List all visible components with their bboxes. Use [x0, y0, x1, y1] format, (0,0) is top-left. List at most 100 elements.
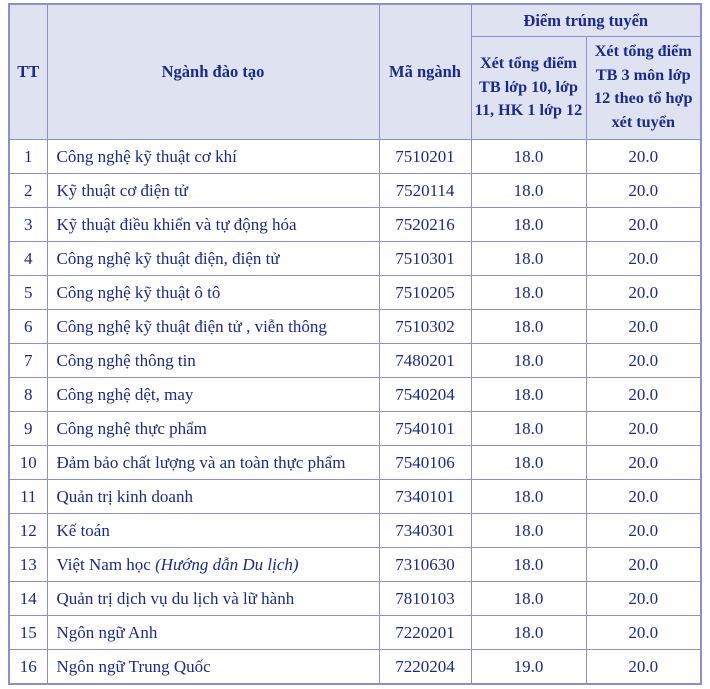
table-row: 10 Đảm bảo chất lượng và an toàn thực ph…	[8, 445, 702, 481]
table-body: 1 Công nghệ kỹ thuật cơ khí 7510201 18.0…	[8, 139, 702, 685]
table-row: 3 Kỹ thuật điều khiển và tự động hóa 752…	[8, 207, 702, 243]
cell-major-name: Công nghệ thực phẩm	[46, 411, 380, 447]
table-row: 6 Công nghệ kỹ thuật điện tử , viễn thôn…	[8, 309, 702, 345]
cell-major-name: Công nghệ kỹ thuật cơ khí	[46, 139, 380, 175]
cell-major-code: 7520114	[378, 173, 472, 209]
table-row: 15 Ngôn ngữ Anh 7220201 18.0 20.0	[8, 615, 702, 651]
cell-tt: 11	[8, 479, 48, 515]
column-header-admission-score-group: Điểm trúng tuyển	[470, 3, 702, 38]
cell-score-average-grades: 18.0	[470, 275, 587, 311]
cell-score-three-subjects: 20.0	[585, 445, 702, 481]
cell-score-average-grades: 18.0	[470, 309, 587, 345]
cell-score-three-subjects: 20.0	[585, 377, 702, 413]
cell-major-name: Công nghệ kỹ thuật điện tử , viễn thông	[46, 309, 380, 345]
cell-major-code: 7340101	[378, 479, 472, 515]
table-row: 14 Quản trị dịch vụ du lịch và lữ hành 7…	[8, 581, 702, 617]
cell-major-name: Quản trị kinh doanh	[46, 479, 380, 515]
cell-tt: 6	[8, 309, 48, 345]
cell-major-name: Đảm bảo chất lượng và an toàn thực phẩm	[46, 445, 380, 481]
cell-score-average-grades: 18.0	[470, 241, 587, 277]
cell-score-three-subjects: 20.0	[585, 207, 702, 243]
cell-score-three-subjects: 20.0	[585, 547, 702, 583]
cell-score-average-grades: 18.0	[470, 479, 587, 515]
cell-score-average-grades: 18.0	[470, 445, 587, 481]
column-header-tt: TT	[8, 3, 48, 141]
cell-score-average-grades: 18.0	[470, 615, 587, 651]
cell-score-three-subjects: 20.0	[585, 309, 702, 345]
cell-major-name: Công nghệ kỹ thuật ô tô	[46, 275, 380, 311]
cell-score-three-subjects: 20.0	[585, 513, 702, 549]
table-row: 12 Kế toán 7340301 18.0 20.0	[8, 513, 702, 549]
major-name-text: Công nghệ thông tin	[56, 350, 196, 370]
cell-score-average-grades: 18.0	[470, 377, 587, 413]
cell-score-three-subjects: 20.0	[585, 649, 702, 685]
major-name-text: Công nghệ kỹ thuật ô tô	[56, 282, 221, 302]
cell-major-name: Công nghệ thông tin	[46, 343, 380, 379]
major-name-text: Kỹ thuật cơ điện tử	[56, 180, 189, 200]
cell-score-three-subjects: 20.0	[585, 615, 702, 651]
cell-score-three-subjects: 20.0	[585, 479, 702, 515]
major-name-text: Công nghệ kỹ thuật điện tử , viễn thông	[56, 316, 327, 336]
table-row: 11 Quản trị kinh doanh 7340101 18.0 20.0	[8, 479, 702, 515]
cell-major-name: Kỹ thuật cơ điện tử	[46, 173, 380, 209]
cell-major-code: 7510201	[378, 139, 472, 175]
cell-major-name: Kỹ thuật điều khiển và tự động hóa	[46, 207, 380, 243]
major-name-text: Việt Nam học	[56, 554, 156, 574]
cell-tt: 7	[8, 343, 48, 379]
column-header-major-code: Mã ngành	[378, 3, 472, 141]
column-header-score-average-grades: Xét tổng điểm TB lớp 10, lớp 11, HK 1 lớ…	[470, 36, 587, 141]
cell-major-name: Kế toán	[46, 513, 380, 549]
major-name-text: Ngôn ngữ Trung Quốc	[56, 656, 211, 676]
document-sheet: TT Ngành đào tạo Mã ngành Điểm trúng tuy…	[0, 0, 710, 689]
cell-score-average-grades: 18.0	[470, 207, 587, 243]
cell-major-code: 7540204	[378, 377, 472, 413]
column-header-major-name: Ngành đào tạo	[46, 3, 380, 141]
cell-major-name: Ngôn ngữ Anh	[46, 615, 380, 651]
cell-score-average-grades: 18.0	[470, 581, 587, 617]
cell-tt: 4	[8, 241, 48, 277]
cell-major-code: 7520216	[378, 207, 472, 243]
cell-tt: 14	[8, 581, 48, 617]
cell-tt: 5	[8, 275, 48, 311]
cell-tt: 3	[8, 207, 48, 243]
cell-major-code: 7810103	[378, 581, 472, 617]
major-name-text: Công nghệ dệt, may	[56, 384, 194, 404]
table-row: 5 Công nghệ kỹ thuật ô tô 7510205 18.0 2…	[8, 275, 702, 311]
cell-tt: 9	[8, 411, 48, 447]
cell-score-three-subjects: 20.0	[585, 411, 702, 447]
cell-tt: 10	[8, 445, 48, 481]
cell-score-average-grades: 18.0	[470, 513, 587, 549]
cell-score-three-subjects: 20.0	[585, 241, 702, 277]
major-name-text: Quản trị dịch vụ du lịch và lữ hành	[56, 588, 295, 608]
cell-major-code: 7510302	[378, 309, 472, 345]
cell-major-code: 7510205	[378, 275, 472, 311]
cell-tt: 8	[8, 377, 48, 413]
column-header-score-three-subjects: Xét tổng điểm TB 3 môn lớp 12 theo tổ hợ…	[585, 36, 702, 141]
table-row: 4 Công nghệ kỹ thuật điện, điện tử 75103…	[8, 241, 702, 277]
major-name-text: Công nghệ thực phẩm	[56, 418, 207, 438]
cell-major-code: 7540106	[378, 445, 472, 481]
cell-score-three-subjects: 20.0	[585, 139, 702, 175]
cell-tt: 12	[8, 513, 48, 549]
major-name-text: Công nghệ kỹ thuật cơ khí	[56, 146, 237, 166]
table-row: 1 Công nghệ kỹ thuật cơ khí 7510201 18.0…	[8, 139, 702, 175]
table-row: 2 Kỹ thuật cơ điện tử 7520114 18.0 20.0	[8, 173, 702, 209]
cell-tt: 13	[8, 547, 48, 583]
cell-major-code: 7340301	[378, 513, 472, 549]
cell-major-name: Ngôn ngữ Trung Quốc	[46, 649, 380, 685]
cell-score-average-grades: 18.0	[470, 547, 587, 583]
cell-major-code: 7540101	[378, 411, 472, 447]
cell-major-code: 7510301	[378, 241, 472, 277]
cell-major-code: 7220201	[378, 615, 472, 651]
cell-major-name: Công nghệ kỹ thuật điện, điện tử	[46, 241, 380, 277]
table-row: 9 Công nghệ thực phẩm 7540101 18.0 20.0	[8, 411, 702, 447]
cell-major-code: 7220204	[378, 649, 472, 685]
table-row: 16 Ngôn ngữ Trung Quốc 7220204 19.0 20.0	[8, 649, 702, 685]
major-name-text: Kế toán	[56, 520, 110, 540]
cell-major-code: 7310630	[378, 547, 472, 583]
table-row: 7 Công nghệ thông tin 7480201 18.0 20.0	[8, 343, 702, 379]
major-name-note: (Hướng dẫn Du lịch)	[155, 554, 299, 574]
major-name-text: Đảm bảo chất lượng và an toàn thực phẩm	[56, 452, 346, 472]
major-name-text: Kỹ thuật điều khiển và tự động hóa	[56, 214, 297, 234]
cell-score-average-grades: 18.0	[470, 173, 587, 209]
